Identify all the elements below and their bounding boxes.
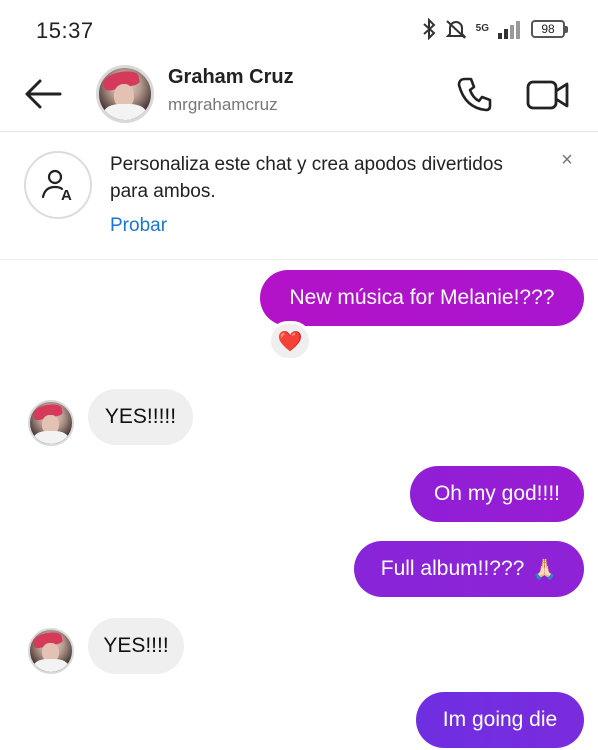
status-bar: 15:37 5G 98 [0, 0, 598, 60]
contact-username: mrgrahamcruz [168, 95, 278, 114]
banner-icon-container: A [24, 151, 92, 219]
close-icon[interactable]: × [556, 149, 578, 171]
contact-name[interactable]: Graham Cruz [168, 66, 294, 89]
phone-icon [457, 77, 492, 112]
svg-text:A: A [61, 187, 72, 204]
back-arrow-icon [25, 79, 62, 109]
battery-level: 98 [531, 20, 565, 38]
battery-icon: 98 [531, 20, 568, 38]
praying-hands-icon: 🙏🏻 [532, 558, 558, 581]
heart-reaction[interactable]: ❤️ [268, 321, 312, 361]
message-incoming[interactable]: YES!!!!! [88, 389, 193, 445]
network-type: 5G [475, 23, 489, 34]
message-outgoing[interactable]: Full album!!??? 🙏🏻 [354, 541, 584, 597]
avatar[interactable] [28, 400, 74, 446]
message-outgoing[interactable]: Oh my god!!!! [410, 466, 584, 522]
mute-icon [445, 20, 467, 39]
signal-icon [498, 21, 520, 39]
personalize-banner: A Personaliza este chat y crea apodos di… [0, 133, 598, 260]
bluetooth-icon [422, 18, 436, 40]
message-outgoing[interactable]: New música for Melanie!??? [260, 270, 584, 326]
message-text: YES!!!!! [104, 405, 177, 428]
video-call-button[interactable] [525, 74, 571, 114]
avatar[interactable] [96, 65, 154, 123]
message-text: Im going die [442, 708, 558, 731]
nickname-icon: A [41, 169, 72, 204]
chat-header: Graham Cruz mrgrahamcruz [0, 60, 598, 132]
message-text: New música for Melanie!??? [289, 286, 555, 309]
call-button[interactable] [455, 74, 495, 114]
back-button[interactable] [22, 76, 64, 112]
status-time: 15:37 [36, 18, 94, 43]
banner-text: Personaliza este chat y crea apodos dive… [110, 154, 503, 202]
message-outgoing[interactable]: Im going die [416, 692, 584, 748]
message-incoming[interactable]: YES!!!! [88, 618, 184, 674]
try-link[interactable]: Probar [110, 215, 167, 237]
message-text: Full album!!??? [380, 557, 525, 580]
avatar[interactable] [28, 628, 74, 674]
status-icons: 5G 98 [422, 18, 568, 40]
message-text: YES!!!! [103, 634, 169, 657]
heart-icon: ❤️ [277, 330, 303, 353]
message-text: Oh my god!!!! [433, 482, 561, 505]
video-camera-icon [526, 80, 569, 110]
